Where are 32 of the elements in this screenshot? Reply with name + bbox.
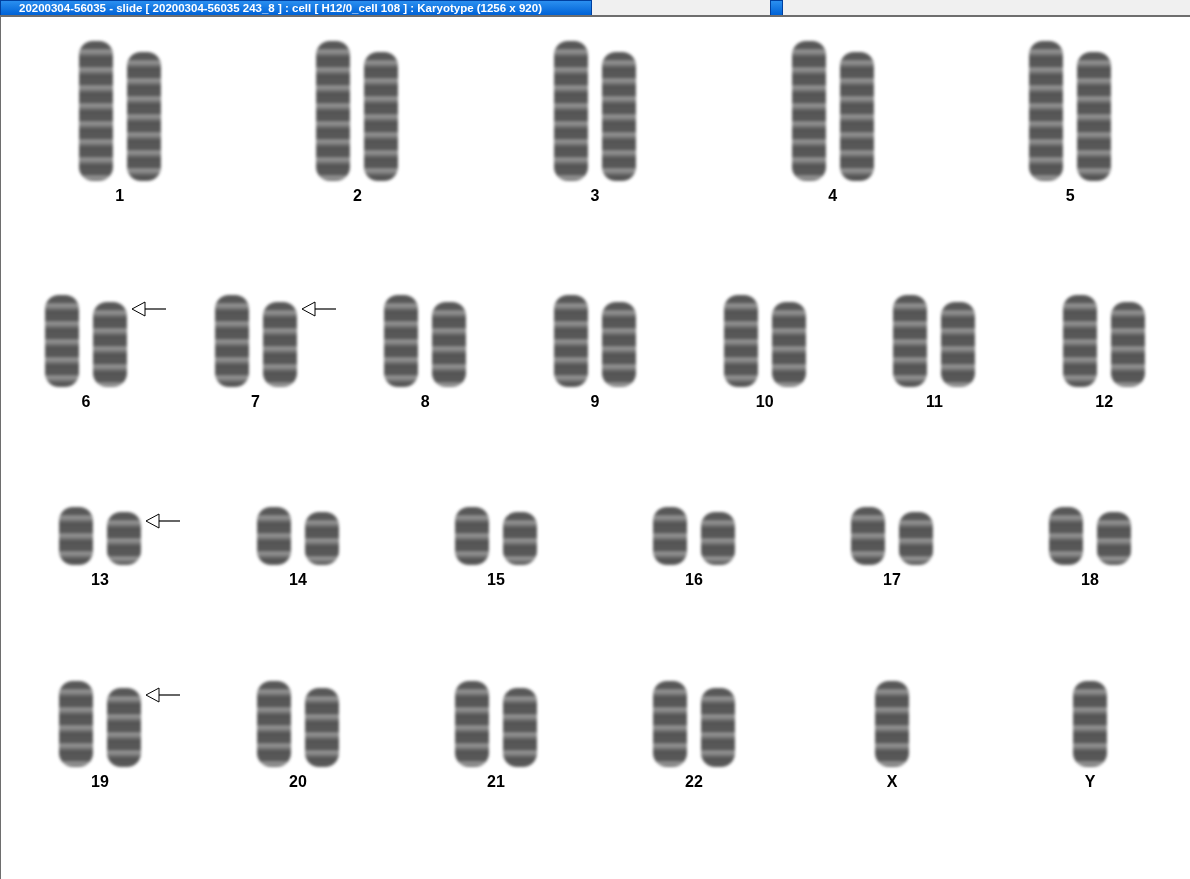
chromosome-number: 13 (91, 571, 109, 589)
chromosome-number: Y (1084, 773, 1096, 791)
chromosome-number: 22 (685, 773, 703, 791)
chromosome-number: 8 (420, 393, 430, 411)
chromosome-number: 10 (755, 393, 774, 411)
chromosome-number: 6 (81, 393, 91, 411)
chromosome-image (305, 511, 339, 565)
chromosome-number: 7 (251, 393, 260, 411)
chromosome-number: X (886, 773, 898, 791)
chromosome-number: 1 (115, 187, 125, 205)
window-title: 20200304-56035 - slide [ 20200304-56035 243_8 ] : cell [ H12/0_cell 108 ] : Karyotype (1256 x 920) (0, 0, 592, 15)
chromosome-image (107, 511, 141, 565)
chromosome-number: 12 (1095, 393, 1114, 411)
chromosome-number: 17 (883, 571, 901, 589)
chromosome-image (701, 511, 735, 565)
chromosome-number: 16 (685, 571, 703, 589)
scroll-button[interactable] (770, 0, 783, 15)
chromosome-number: 18 (1081, 571, 1099, 589)
chromosome-number: 21 (487, 773, 505, 791)
chromosome-image (899, 511, 933, 565)
chromosome-number: 3 (590, 187, 600, 205)
chromosome-image (1097, 511, 1131, 565)
chromosome-number: 15 (487, 571, 505, 589)
chromosome-number: 9 (590, 393, 600, 411)
chromosome-number: 20 (289, 773, 307, 791)
chromosome-number: 11 (925, 393, 943, 411)
chromosome-number: 14 (289, 571, 307, 589)
chromosome-number: 4 (828, 187, 838, 205)
chromosome-image (503, 511, 537, 565)
chromosome-number: 5 (1065, 187, 1075, 205)
chromosome-number: 19 (91, 773, 109, 791)
chromosome-number: 2 (352, 187, 362, 205)
